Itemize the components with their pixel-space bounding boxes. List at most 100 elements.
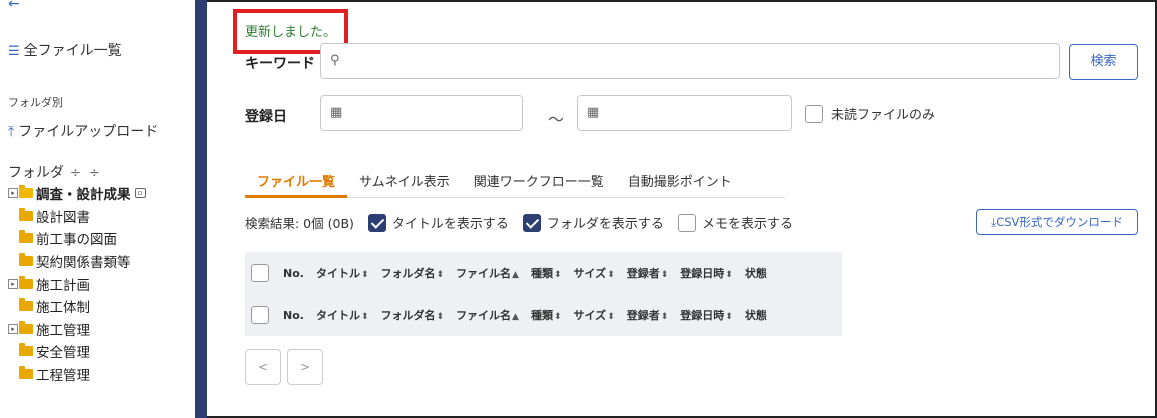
tree-item-label: 施工計画: [36, 277, 90, 294]
column-status[interactable]: 状態: [739, 265, 773, 281]
show-folder-label: フォルダを表示する: [546, 217, 664, 232]
column-title[interactable]: タイトル⬍: [310, 265, 375, 281]
table-header-row: No. タイトル⬍ フォルダ名⬍ ファイル名▲ 種類⬍ サイズ⬍ 登録者⬍ 登録…: [245, 252, 842, 294]
next-page-button[interactable]: >: [287, 349, 323, 385]
tree-item-mae-koji[interactable]: 前工事の図面: [8, 227, 146, 250]
results-summary: 検索結果: 0個 (0B): [245, 216, 354, 231]
column-status[interactable]: 状態: [739, 307, 773, 323]
column-registrant[interactable]: 登録者⬍: [621, 265, 675, 281]
collapse-all-icon[interactable]: ÷: [89, 166, 102, 181]
sort-asc-icon: ▲: [512, 270, 519, 280]
expand-toggle-icon[interactable]: ▸: [8, 278, 18, 289]
prev-page-button[interactable]: <: [245, 349, 281, 385]
sort-icon: ⬍: [360, 312, 369, 322]
column-folder[interactable]: フォルダ名⬍: [375, 307, 451, 323]
sidebar-all-files-link[interactable]: ☰ 全ファイル一覧: [8, 40, 122, 60]
folder-tree-header: フォルダ ÷ ÷: [8, 162, 102, 182]
column-no[interactable]: No.: [277, 309, 310, 322]
sort-icon: ⬍: [553, 270, 562, 280]
show-title-checkbox[interactable]: [367, 213, 386, 232]
select-all-checkbox-footer[interactable]: [251, 306, 269, 324]
date-from-input[interactable]: ▦: [320, 95, 523, 131]
sidebar: ← ☰ 全ファイル一覧 フォルダ別 ⤒ ファイルアップロード フォルダ ÷ ÷ ▸ 調査・…: [0, 0, 195, 418]
file-table: No. タイトル⬍ フォルダ名⬍ ファイル名▲ 種類⬍ サイズ⬍ 登録者⬍ 登録…: [245, 252, 842, 336]
keyword-search-input[interactable]: ⚲: [320, 43, 1060, 79]
tree-item-label: 契約関係書類等: [36, 255, 131, 272]
sort-icon: ⬍: [436, 312, 445, 322]
tree-item-label: 施工管理: [36, 322, 90, 339]
folder-icon: [19, 343, 33, 357]
folder-icon: [19, 298, 33, 312]
unread-only-toggle[interactable]: 未読ファイルのみ: [805, 104, 935, 123]
back-arrow-icon[interactable]: ←: [8, 0, 20, 12]
tree-item-label: 前工事の図面: [36, 232, 117, 249]
column-folder[interactable]: フォルダ名⬍: [375, 265, 451, 281]
tab-thumbnail[interactable]: サムネイル表示: [347, 172, 462, 198]
tree-item-label: 設計図書: [36, 209, 90, 226]
expand-toggle-icon[interactable]: ▸: [8, 323, 18, 334]
column-type[interactable]: 種類⬍: [525, 307, 568, 323]
column-registrant[interactable]: 登録者⬍: [621, 307, 675, 323]
view-tabs: ファイル一覧 サムネイル表示 関連ワークフロー一覧 自動撮影ポイント: [245, 172, 785, 198]
csv-download-label: CSV形式でダウンロード: [996, 215, 1123, 229]
tree-item-seko-taisei[interactable]: 施工体制: [8, 295, 146, 318]
folder-icon: [19, 366, 33, 380]
sort-asc-icon: ▲: [512, 312, 519, 322]
show-folder-checkbox[interactable]: [522, 213, 541, 232]
keyword-label: キーワード: [245, 56, 315, 72]
main-content: 更新しました。 キーワード ⚲ 検索 登録日 ▦ ～ ▦ 未読ファイルのみ ファ…: [207, 0, 1157, 418]
table-footer-row: No. タイトル⬍ フォルダ名⬍ ファイル名▲ 種類⬍ サイズ⬍ 登録者⬍ 登録…: [245, 294, 842, 336]
unread-only-checkbox[interactable]: [805, 104, 823, 123]
registration-date-label: 登録日: [245, 109, 287, 125]
search-button[interactable]: 検索: [1069, 44, 1138, 80]
tab-auto-capture[interactable]: 自動撮影ポイント: [616, 172, 744, 198]
tree-item-label: 工程管理: [36, 368, 90, 385]
column-size[interactable]: サイズ⬍: [568, 265, 621, 281]
results-bar: 検索結果: 0個 (0B) タイトルを表示する フォルダを表示する メモを表示す…: [245, 213, 793, 232]
upload-icon: ⤒: [8, 124, 15, 140]
show-memo-checkbox[interactable]: [677, 213, 696, 232]
expand-all-icon[interactable]: ÷: [70, 166, 83, 181]
sidebar-upload-label: ファイルアップロード: [18, 124, 159, 140]
column-registered-at[interactable]: 登録日時⬍: [674, 265, 739, 281]
calendar-icon: ▦: [587, 105, 600, 120]
column-size[interactable]: サイズ⬍: [568, 307, 621, 323]
tree-item-kotei-kanri[interactable]: 工程管理: [8, 363, 146, 386]
sort-icon: ⬍: [360, 270, 369, 280]
tree-item-label: 施工体制: [36, 300, 90, 317]
sort-icon: ⬍: [553, 312, 562, 322]
show-title-toggle[interactable]: タイトルを表示する: [367, 213, 509, 232]
show-folder-toggle[interactable]: フォルダを表示する: [522, 213, 664, 232]
tree-item-seko-keikaku[interactable]: ▸ 施工計画: [8, 272, 146, 295]
sort-icon: ⬍: [436, 270, 445, 280]
sidebar-upload-link[interactable]: ⤒ ファイルアップロード: [8, 121, 158, 141]
unread-only-label: 未読ファイルのみ: [831, 108, 936, 123]
show-memo-toggle[interactable]: メモを表示する: [677, 213, 793, 232]
tree-item-anzen-kanri[interactable]: 安全管理: [8, 340, 146, 363]
column-filename[interactable]: ファイル名▲: [450, 265, 525, 281]
column-title[interactable]: タイトル⬍: [310, 307, 375, 323]
expand-toggle-icon[interactable]: ▸: [8, 188, 18, 199]
show-title-label: タイトルを表示する: [391, 217, 509, 232]
tab-file-list[interactable]: ファイル一覧: [245, 172, 348, 198]
show-memo-label: メモを表示する: [701, 217, 793, 232]
sidebar-divider[interactable]: [195, 0, 207, 418]
column-type[interactable]: 種類⬍: [525, 265, 568, 281]
tree-item-sekkei-zusho[interactable]: 設計図書: [8, 205, 146, 228]
date-range-tilde: ～: [548, 110, 565, 129]
tree-item-label: 安全管理: [36, 345, 90, 362]
select-all-checkbox[interactable]: [251, 264, 269, 282]
folder-icon: [19, 253, 33, 267]
folder-header-label: フォルダ: [8, 165, 64, 181]
column-registered-at[interactable]: 登録日時⬍: [674, 307, 739, 323]
csv-download-button[interactable]: ⤓CSV形式でダウンロード: [976, 209, 1138, 235]
tree-item-chosa-sekkei[interactable]: ▸ 調査・設計成果 ▫: [8, 182, 146, 205]
column-no[interactable]: No.: [277, 267, 310, 280]
column-filename[interactable]: ファイル名▲: [450, 307, 525, 323]
tab-related-workflow[interactable]: 関連ワークフロー一覧: [462, 172, 616, 198]
date-to-input[interactable]: ▦: [577, 95, 792, 131]
tree-item-label: 調査・設計成果: [36, 187, 131, 204]
sort-icon: ⬍: [660, 312, 669, 322]
tree-item-keiyaku[interactable]: 契約関係書類等: [8, 250, 146, 273]
tree-item-seko-kanri[interactable]: ▸ 施工管理: [8, 318, 146, 341]
